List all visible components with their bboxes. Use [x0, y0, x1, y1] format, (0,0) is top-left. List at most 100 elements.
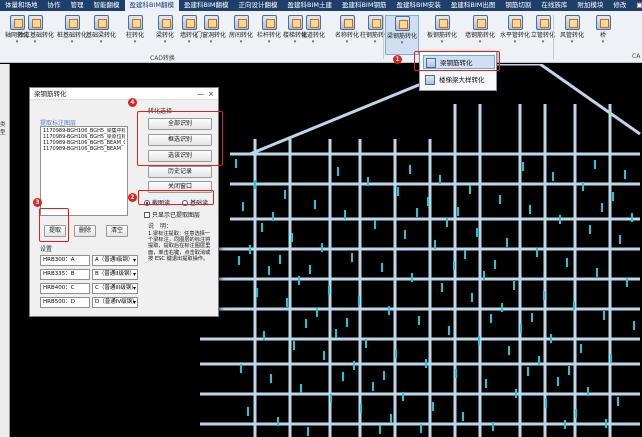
cad-annotation-mark	[279, 255, 281, 264]
ribbon-button-foundation-beam[interactable]: 基础梁转化 ▾	[84, 15, 118, 55]
cad-annotation-mark	[476, 228, 478, 237]
cad-annotation-mark	[432, 402, 434, 411]
cad-annotation-mark	[427, 197, 429, 206]
cad-annotation-mark	[605, 419, 607, 428]
rebar-code-field[interactable]: HRB335：B	[40, 269, 90, 280]
menu-item[interactable]: 盈建科BIM出图	[446, 0, 500, 11]
ribbon-button-slab-rebar[interactable]: 板钢筋转化 ▾	[425, 15, 459, 55]
vertical-pipe-icon	[535, 15, 551, 30]
menu-item[interactable]: 盈建科BIM土建	[282, 0, 336, 11]
cad-annotation-mark	[268, 266, 270, 275]
cad-annotation-mark	[316, 308, 318, 317]
ribbon-button-beam-rebar[interactable]: 梁钢筋转化 ▾	[385, 15, 419, 55]
ribbon-button-bridge[interactable]: 桥 ▾	[586, 15, 620, 55]
menu-item[interactable]: 体量和场地	[0, 0, 43, 11]
cad-annotation-mark	[235, 159, 237, 168]
room-icon	[233, 15, 249, 30]
chevron-down-icon: ▾	[601, 39, 605, 45]
rebar-grade-select[interactable]: A（普通I级钢）	[92, 255, 138, 266]
menu-item[interactable]: 智能翻模	[89, 0, 125, 11]
rebar-code-field[interactable]: HRB400：C	[40, 283, 90, 294]
menu-item[interactable]: 协作	[43, 0, 66, 11]
ribbon-button-isolated-foundation[interactable]: 独立基础转化 ▾	[18, 15, 54, 55]
cad-annotation-mark	[626, 278, 628, 287]
duct-icon	[564, 15, 580, 30]
menu-item[interactable]: 盈建科BIM翻模	[179, 0, 233, 11]
clear-button[interactable]: 清空	[106, 225, 128, 237]
cad-annotation-mark	[624, 170, 626, 179]
menu-item[interactable]: 钢筋切割	[500, 0, 536, 11]
foundation-beam-icon	[93, 15, 109, 30]
ribbon-button-label: 风管转化	[559, 32, 584, 39]
dropdown-item-stair-beam-detail[interactable]: 楼梯梁大样转化	[423, 73, 495, 87]
menu-item[interactable]: ▣▾	[631, 0, 642, 11]
cad-annotation-mark	[601, 203, 603, 212]
menu-item[interactable]: 盈建科BIM钢筋	[337, 0, 391, 11]
cad-annotation-mark	[395, 349, 397, 358]
delete-button[interactable]: 删除	[74, 225, 96, 237]
cad-annotation-mark	[284, 190, 286, 199]
chevron-down-icon: ▾	[478, 39, 482, 45]
cad-annotation-mark	[441, 283, 443, 292]
rebar-grade-select[interactable]: B（普通II级钢）	[92, 269, 138, 280]
only-extracted-layer-checkbox[interactable]: 只显示已提取图层	[144, 210, 200, 219]
checkbox-icon	[144, 212, 150, 218]
cad-annotation-mark	[573, 301, 575, 310]
cad-annotation-mark	[587, 387, 589, 396]
menu-item[interactable]: 在线族库	[536, 0, 572, 11]
rebar-grade-select[interactable]: C（普通III级钢）	[92, 283, 138, 294]
minimize-icon[interactable]: —	[197, 88, 204, 100]
cad-annotation-mark	[453, 261, 455, 270]
cad-annotation-mark	[390, 414, 392, 423]
cad-annotation-mark	[557, 377, 559, 386]
cad-annotation-mark	[358, 296, 360, 305]
list-item[interactable]: 1170989-BGH106_BGH5_BEAM	[43, 146, 125, 152]
cad-annotation-mark	[383, 371, 385, 380]
ribbon-button-column[interactable]: 柱转化 ▾	[118, 15, 152, 55]
cad-annotation-mark	[388, 306, 390, 315]
cad-annotation-mark	[550, 334, 552, 343]
slab-rebar-icon	[434, 15, 450, 30]
cad-annotation-mark	[261, 223, 263, 232]
cad-annotation-mark	[501, 303, 503, 312]
ribbon-button-duct[interactable]: 风管转化 ▾	[555, 15, 589, 55]
cad-annotation-mark	[513, 281, 515, 290]
rebar-code-field[interactable]: HRB500：D	[40, 297, 90, 308]
cad-annotation-mark	[610, 354, 612, 363]
ribbon-button-label: 坡道转化	[300, 32, 325, 39]
menu-item[interactable]: 修改	[608, 0, 631, 11]
ribbon-button-wall-rebar[interactable]: 墙钢筋转化 ▾	[463, 15, 497, 55]
cad-annotation-mark	[457, 207, 459, 216]
settings-label: 设置	[40, 246, 53, 253]
menu-item[interactable]: 管理	[66, 0, 89, 11]
cad-annotation-mark	[249, 245, 251, 254]
cad-annotation-mark	[446, 218, 448, 227]
history-button[interactable]: 历史记录	[148, 166, 212, 178]
ribbon-button-door-window[interactable]: 门窗洞转化 ▾	[194, 15, 228, 55]
cad-annotation-mark	[471, 293, 473, 302]
ribbon-button-ramp[interactable]: 坡道转化 ▾	[296, 15, 330, 55]
cad-annotation-mark	[559, 215, 561, 224]
ribbon-button-label: 基础梁转化	[85, 32, 116, 39]
revit-window: 体量和场地 协作 管理 智能翻模 盈建科BIM翻模 盈建科BIM翻模 正向设计翻模 盈建科BI…	[0, 0, 642, 437]
ribbon-button-label: 桥	[599, 32, 606, 39]
cad-annotation-mark	[416, 208, 418, 217]
cad-annotation-mark	[485, 379, 487, 388]
rebar-grade-select[interactable]: D（普通IV级钢）	[92, 297, 138, 308]
annotation-box-extract	[39, 208, 69, 242]
chevron-down-icon: ▾	[33, 39, 37, 45]
cad-annotation-mark	[483, 271, 485, 280]
cad-annotation-mark	[603, 311, 605, 320]
menu-item[interactable]: 附加模块	[572, 0, 608, 11]
close-icon[interactable]: ×	[208, 88, 214, 100]
beam-icon	[157, 15, 173, 30]
cad-annotation-mark	[379, 425, 381, 434]
rebar-code-field[interactable]: HRB300：A	[40, 255, 90, 266]
isolated-foundation-icon	[27, 15, 43, 30]
menu-item[interactable]: 盈建科BIM安装	[391, 0, 445, 11]
stair-beam-detail-icon	[425, 75, 435, 85]
cad-annotation-mark	[566, 258, 568, 267]
layer-list[interactable]: 1170989-BGH106_BGH5_梁集中标注 1170989-BGH106…	[40, 126, 128, 216]
menu-item[interactable]: 盈建科BIM翻模	[124, 0, 179, 11]
menu-item[interactable]: 正向设计翻模	[233, 0, 282, 11]
